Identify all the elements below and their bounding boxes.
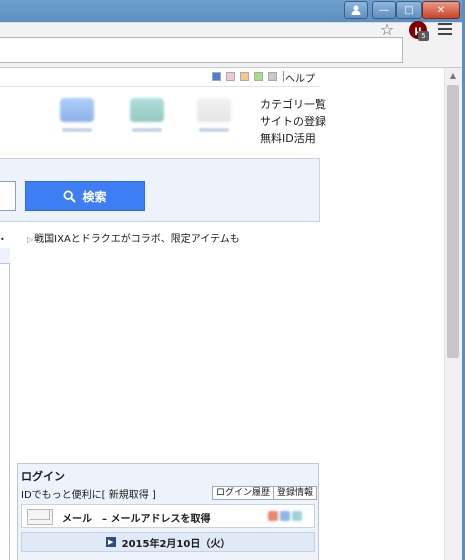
mail-deco-icon xyxy=(292,511,302,521)
service-auction-icon[interactable] xyxy=(125,98,169,142)
user-profile-button[interactable] xyxy=(344,1,368,19)
scroll-up-icon[interactable]: ▲ xyxy=(444,68,462,83)
play-icon: ▶ xyxy=(105,537,116,547)
close-icon: ✕ xyxy=(436,4,446,16)
login-panel: ログイン IDでもっと便利に[ 新規取得 ] ログイン履歴 登録情報 メール –… xyxy=(17,463,319,560)
my-icon xyxy=(60,98,94,122)
login-description-end: ] xyxy=(151,490,156,501)
top-utility-bar: ヘルプ xyxy=(0,68,444,85)
search-icon xyxy=(63,189,77,203)
bookmark-star-icon[interactable]: ☆ xyxy=(378,21,396,39)
close-button[interactable]: ✕ xyxy=(422,1,460,19)
page-content: ヘルプ カテゴリ一覧 サイトの登録 無料ID活用 検索 • ▷戦国IXAとドラク… xyxy=(0,68,444,560)
maximize-icon: □ xyxy=(404,4,414,16)
help-link[interactable]: ヘルプ xyxy=(285,70,315,85)
arrow-right-icon: ▷ xyxy=(27,235,34,244)
login-description-text: IDでもっと便利に[ xyxy=(21,490,106,501)
news-headline-link[interactable]: ▷戦国IXAとドラクエがコラボ、限定アイテムも xyxy=(27,230,240,245)
news-headline: 戦国IXAとドラクエがコラボ、限定アイテムも xyxy=(34,234,240,245)
login-history-button[interactable]: ログイン履歴 xyxy=(212,486,275,500)
auction-icon xyxy=(130,98,164,122)
header-divider xyxy=(0,86,320,87)
service-label xyxy=(132,128,162,132)
bullet-dot: • xyxy=(0,235,5,244)
free-id-link[interactable]: 無料ID活用 xyxy=(260,130,326,147)
left-content-box-header xyxy=(0,248,10,264)
hamburger-menu-icon[interactable] xyxy=(437,21,453,37)
scrollbar-thumb[interactable] xyxy=(447,85,459,358)
address-bar[interactable] xyxy=(0,37,403,63)
login-title: ログイン xyxy=(21,470,65,483)
registration-info-button[interactable]: 登録情報 xyxy=(273,486,318,500)
minimize-icon: — xyxy=(379,4,389,16)
mail-service-icon xyxy=(197,98,231,122)
service-label xyxy=(62,128,92,132)
service-label xyxy=(199,128,229,132)
search-input[interactable] xyxy=(0,181,16,211)
category-list-link[interactable]: カテゴリ一覧 xyxy=(260,96,326,113)
extension-badge: 5 xyxy=(418,31,429,41)
left-content-box xyxy=(0,248,10,560)
site-register-link[interactable]: サイトの登録 xyxy=(260,113,326,130)
login-description: IDでもっと便利に[ 新規取得 ] xyxy=(21,486,156,501)
user-icon xyxy=(351,5,361,15)
color-swatch-gray[interactable] xyxy=(268,72,277,81)
minimize-button[interactable]: — xyxy=(372,1,396,19)
search-button[interactable]: 検索 xyxy=(25,181,145,211)
header-side-links: カテゴリ一覧 サイトの登録 無料ID活用 xyxy=(260,96,326,147)
color-swatch-orange[interactable] xyxy=(240,72,249,81)
mail-link-row[interactable]: メール – メールアドレスを取得 xyxy=(21,504,315,528)
color-swatch-blue[interactable] xyxy=(212,72,221,81)
maximize-button[interactable]: □ xyxy=(396,1,422,19)
service-my-icon[interactable] xyxy=(55,98,99,142)
service-mail-icon[interactable] xyxy=(192,98,236,142)
envelope-icon xyxy=(27,509,53,525)
mail-deco-icon xyxy=(280,511,290,521)
mail-deco-icon xyxy=(268,511,278,521)
search-panel: 検索 xyxy=(0,158,320,222)
color-swatch-green[interactable] xyxy=(254,72,263,81)
divider xyxy=(283,71,284,82)
current-date: 2015年2月10日（火） xyxy=(121,538,231,550)
search-button-label: 検索 xyxy=(82,189,107,204)
color-swatch-pink[interactable] xyxy=(226,72,235,81)
mail-label: メール – メールアドレスを取得 xyxy=(62,514,211,525)
date-bar: ▶ 2015年2月10日（火） xyxy=(21,532,315,552)
signup-link[interactable]: 新規取得 xyxy=(109,490,149,501)
